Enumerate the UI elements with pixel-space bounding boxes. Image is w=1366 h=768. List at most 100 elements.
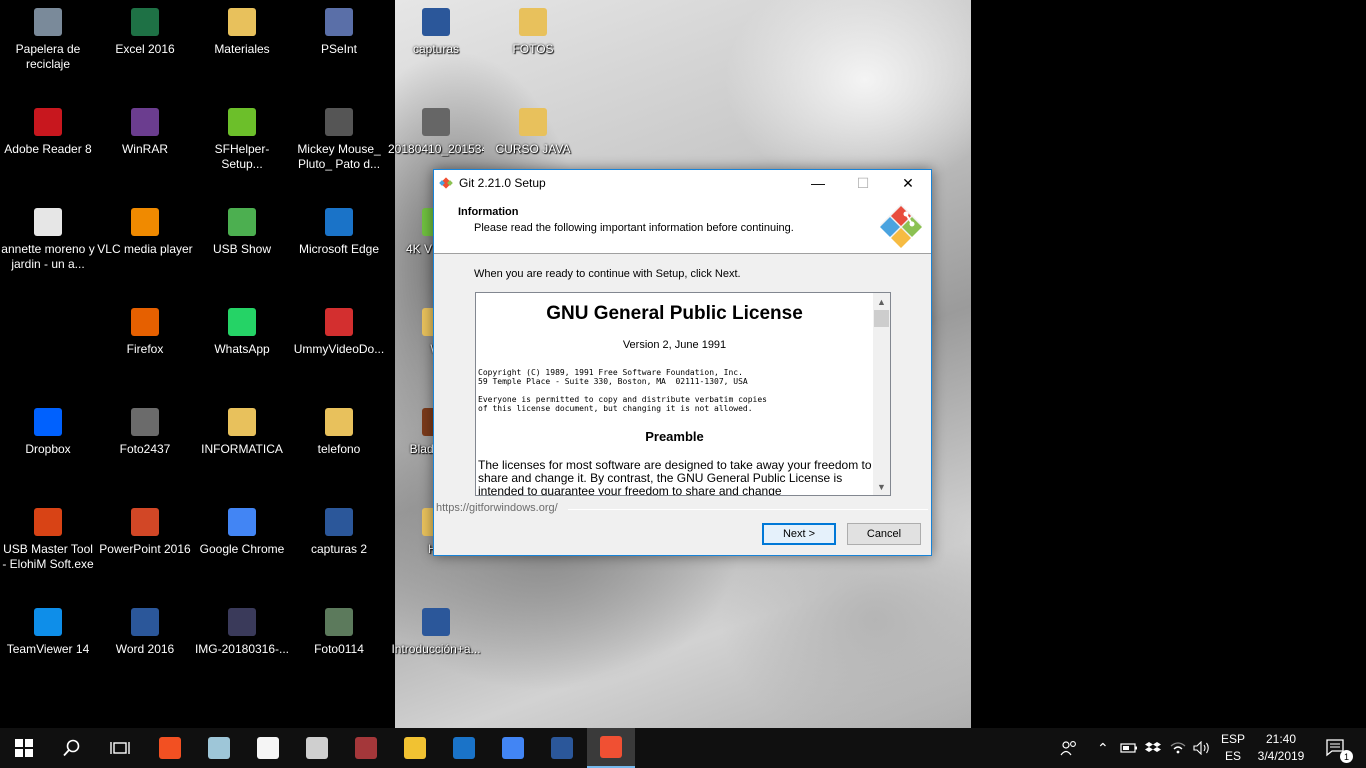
start-button[interactable] xyxy=(0,728,48,768)
desktop-icon-label: FOTOS xyxy=(512,42,554,56)
git-logo-icon xyxy=(439,177,453,189)
edge-app[interactable] xyxy=(440,728,488,768)
desktop-icon[interactable]: WinRAR xyxy=(97,108,193,157)
footer-divider xyxy=(568,509,928,510)
battery-icon[interactable] xyxy=(1120,728,1138,768)
desktop-icon[interactable]: Word 2016 xyxy=(97,608,193,657)
header-subtitle: Please read the following important info… xyxy=(474,222,794,234)
file-explorer-app[interactable] xyxy=(391,728,439,768)
desktop-icon[interactable]: PowerPoint 2016 xyxy=(97,508,193,557)
notepad-app[interactable] xyxy=(244,728,292,768)
desktop-icon[interactable]: Adobe Reader 8 xyxy=(0,108,96,157)
desktop-icon[interactable]: IMG-20180316-... xyxy=(194,608,290,657)
desktop-icon[interactable]: UmmyVideoDo... xyxy=(291,308,387,357)
desktop-icon[interactable]: SFHelper-Setup... xyxy=(194,108,290,172)
folder-icon xyxy=(519,8,547,36)
desktop-icon[interactable]: WhatsApp xyxy=(194,308,290,357)
desktop-icon[interactable]: Papelera de reciclaje xyxy=(0,8,96,72)
usb-show-icon xyxy=(228,208,256,236)
game-app[interactable] xyxy=(293,728,341,768)
desktop-icon[interactable]: Mickey Mouse_ Pluto_ Pato d... xyxy=(291,108,387,172)
desktop-icon[interactable]: Foto0114 xyxy=(291,608,387,657)
desktop-icon[interactable]: PSeInt xyxy=(291,8,387,57)
desktop-icon[interactable]: Microsoft Edge xyxy=(291,208,387,257)
word-app[interactable] xyxy=(538,728,586,768)
license-textbox[interactable]: GNU General Public License Version 2, Ju… xyxy=(475,292,891,496)
desktop-icon[interactable]: Firefox xyxy=(97,308,193,357)
desktop-icon[interactable]: USB Master Tool - ElohiM Soft.exe xyxy=(0,508,96,572)
license-permission-line-1: Everyone is permitted to copy and distri… xyxy=(478,395,767,404)
desktop-icon-label: Foto2437 xyxy=(119,442,171,456)
desktop-icon[interactable]: Introducción+a... xyxy=(388,608,484,657)
desktop-icon[interactable]: USB Show xyxy=(194,208,290,257)
git-setup-dialog: Git 2.21.0 Setup — ☐ ✕ Information Pleas… xyxy=(433,169,932,556)
word-doc-icon xyxy=(325,508,353,536)
desktop-icon-label: TeamViewer 14 xyxy=(6,642,90,656)
task-view-icon xyxy=(110,742,130,754)
license-scrollbar[interactable]: ▲ ▼ xyxy=(873,293,890,495)
desktop-icon[interactable]: INFORMATICA xyxy=(194,408,290,457)
search-button[interactable] xyxy=(48,728,96,768)
desktop-icon[interactable]: 20180410_201534 xyxy=(388,108,484,157)
wifi-icon[interactable] xyxy=(1170,728,1186,768)
document-icon xyxy=(257,737,279,759)
desktop-icon[interactable]: Dropbox xyxy=(0,408,96,457)
desktop-icon-label: VLC media player xyxy=(97,242,193,256)
desktop-icon[interactable]: Excel 2016 xyxy=(97,8,193,57)
volume-icon[interactable] xyxy=(1193,728,1211,768)
desktop-icon-label: Firefox xyxy=(126,342,164,356)
desktop-background-right xyxy=(971,0,1366,728)
tile-icon xyxy=(208,737,230,759)
website-url[interactable]: https://gitforwindows.org/ xyxy=(436,502,558,514)
git-setup-app[interactable] xyxy=(587,728,635,768)
desktop-icon[interactable]: TeamViewer 14 xyxy=(0,608,96,657)
desktop-icon-label: telefono xyxy=(317,442,361,456)
title-bar[interactable]: Git 2.21.0 Setup — ☐ ✕ xyxy=(434,170,931,196)
desktop-icon-label: Introducción+a... xyxy=(391,642,481,656)
scroll-thumb[interactable] xyxy=(874,310,889,327)
intro-text: When you are ready to continue with Setu… xyxy=(474,268,741,280)
desktop-icon[interactable]: CURSO JAVA xyxy=(485,108,581,157)
desktop-icon[interactable]: Foto2437 xyxy=(97,408,193,457)
desktop-icon[interactable]: capturas 2 xyxy=(291,508,387,557)
cancel-button[interactable]: Cancel xyxy=(847,523,921,545)
action-center-button[interactable]: 1 xyxy=(1322,728,1353,768)
teamviewer-icon xyxy=(34,608,62,636)
clock-date: 3/4/2019 xyxy=(1257,749,1305,763)
desktop-icon[interactable]: Google Chrome xyxy=(194,508,290,557)
next-button[interactable]: Next > xyxy=(762,523,836,545)
access-app[interactable] xyxy=(342,728,390,768)
dropbox-tray-icon[interactable] xyxy=(1145,728,1161,768)
desktop-icon-label: INFORMATICA xyxy=(201,442,283,456)
store-app[interactable] xyxy=(146,728,194,768)
desktop-icon-label: Materiales xyxy=(214,42,270,56)
desktop-icon[interactable]: VLC media player xyxy=(97,208,193,257)
desktop-icon[interactable]: capturas xyxy=(388,8,484,57)
people-icon[interactable] xyxy=(1060,728,1078,768)
maximize-button[interactable]: ☐ xyxy=(840,170,886,196)
scroll-down-arrow-icon[interactable]: ▼ xyxy=(873,478,890,495)
firefox-icon xyxy=(131,308,159,336)
desktop-icon-label: Excel 2016 xyxy=(115,42,175,56)
app-tile[interactable] xyxy=(195,728,243,768)
license-preamble-heading: Preamble xyxy=(645,429,704,444)
taskbar: ⌃ ESP ES 21:40 3/4/2019 1 xyxy=(0,728,1366,768)
chrome-app[interactable] xyxy=(489,728,537,768)
chevron-up-icon[interactable]: ⌃ xyxy=(1097,728,1109,768)
desktop-icon[interactable]: Materiales xyxy=(194,8,290,57)
folder-icon xyxy=(519,108,547,136)
desktop-icon[interactable]: annette moreno y jardin - un a... xyxy=(0,208,96,272)
language-indicator[interactable]: ESP ES xyxy=(1221,728,1245,768)
media-file-icon xyxy=(34,208,62,236)
minimize-button[interactable]: — xyxy=(795,170,841,196)
desktop-icon-label: annette moreno y jardin - un a... xyxy=(1,242,95,271)
desktop-icon[interactable]: FOTOS xyxy=(485,8,581,57)
photo-thumbnail-icon xyxy=(228,608,256,636)
task-view-button[interactable] xyxy=(96,728,144,768)
download-arrow-icon xyxy=(228,108,256,136)
clock[interactable]: 21:40 3/4/2019 xyxy=(1255,728,1307,768)
scroll-up-arrow-icon[interactable]: ▲ xyxy=(873,293,890,310)
close-button[interactable]: ✕ xyxy=(885,170,931,196)
desktop-icon-label: capturas 2 xyxy=(310,542,368,556)
desktop-icon[interactable]: telefono xyxy=(291,408,387,457)
